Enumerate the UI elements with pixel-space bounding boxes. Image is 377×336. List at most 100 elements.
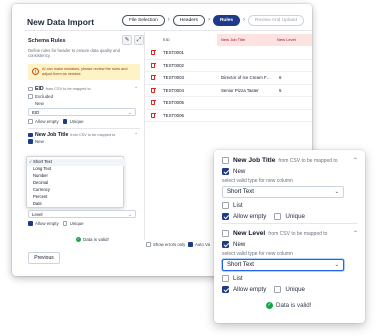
dropdown-option[interactable]: Percent [27,194,125,201]
unique-label: Unique [285,213,305,220]
allow-empty-label: Allow empty [233,286,267,293]
allow-empty-label: Allow empty [233,213,267,220]
new-label: New [35,139,44,144]
new-checkbox[interactable] [28,139,33,144]
level-type-select[interactable]: Level ⌄ [28,210,136,218]
dropdown-option[interactable]: Number [27,173,125,180]
allow-empty-checkbox[interactable] [222,286,229,293]
cell-eid: TEST0001 [163,50,184,55]
field-hint: from CSV to be mapped to [268,230,328,237]
previous-button[interactable]: Previous [28,252,60,264]
table-row: TEST0005 [145,97,312,110]
column-header-job-title[interactable]: New Job Title [217,34,273,46]
table-row: TEST0004 Senior Pizza Taster 5 [145,85,312,97]
valid-text: Data is valid! [276,302,312,309]
field-hint: from CSV to be mapped to [278,157,338,164]
show-errors-toggle[interactable]: Show errors only [146,242,185,247]
zoom-field-job-title: New Job Title from CSV to be mapped to ⌃… [222,157,358,223]
unique-checkbox[interactable] [274,286,282,293]
auto-validate-checkbox[interactable] [188,242,193,247]
show-errors-label: Show errors only [153,242,186,247]
table-row: TEST0006 [145,110,312,122]
check-icon: ✓ [29,160,33,164]
allow-empty-checkbox[interactable] [28,119,33,124]
expand-icon[interactable]: ⤢ [134,35,144,45]
trash-icon[interactable] [150,112,156,118]
cell-eid: TEST0006 [163,112,184,118]
chevron-up-icon[interactable]: ⌃ [134,132,138,138]
field-checkbox[interactable] [28,86,33,92]
chevron-down-icon: ⌄ [334,262,339,268]
table-row: TEST0002 [145,60,312,72]
chevron-up-icon[interactable]: ⌃ [353,157,358,164]
column-header-level[interactable]: New Level [273,34,312,46]
trash-icon[interactable] [150,62,156,68]
step-rules[interactable]: Rules [212,15,241,26]
ai-warning: ! AI can make mistakes, please review th… [28,64,140,80]
table-row: TEST0001 [145,47,312,60]
new-checkbox[interactable] [222,168,229,175]
type-dropdown-menu: ✓ Short Text Long Text Number Decimal Cur… [26,156,125,208]
chevron-up-icon[interactable]: ⌃ [134,86,138,92]
check-circle-icon: ✓ [76,237,81,242]
field-divider [222,223,358,224]
trash-icon[interactable] [150,75,156,80]
step-arrow-icon: › [167,17,170,23]
field-name: New Job Title [233,157,276,164]
select-hint: select valid type for new column [222,178,293,184]
cell-eid: TEST0005 [163,100,184,105]
check-circle-icon: ✓ [266,302,273,309]
allow-empty-checkbox[interactable] [28,221,33,226]
field-name: New Job Title [35,132,69,138]
eid-type-select[interactable]: EID ⌄ [28,108,136,116]
field-checkbox[interactable] [222,230,229,237]
info-icon: ! [32,68,39,75]
field-checkbox[interactable] [28,132,33,138]
unique-checkbox[interactable] [62,119,68,124]
allow-empty-checkbox[interactable] [222,213,229,220]
field-checkbox[interactable] [222,157,229,164]
column-header-eid[interactable]: EID [163,34,170,46]
dropdown-option[interactable]: Decimal [27,180,125,187]
dropdown-option[interactable]: Date [27,201,125,208]
excluded-label: Excluded [35,94,54,99]
unique-checkbox[interactable] [62,221,68,226]
show-errors-checkbox[interactable] [146,242,151,247]
list-checkbox[interactable] [222,275,229,282]
field-name: New Level [233,230,266,237]
excluded-checkbox[interactable] [28,94,33,99]
trash-icon[interactable] [150,87,156,93]
unique-label: Unique [69,119,84,124]
window-title: New Data Import [27,17,95,27]
new-checkbox[interactable] [222,241,229,248]
chevron-up-icon[interactable]: ⌃ [353,230,358,237]
valid-text: Data is valid! [83,237,109,242]
unique-checkbox[interactable] [274,213,282,220]
wand-icon[interactable]: ✎ [122,35,132,45]
schema-description: Define rules for header to ensure data q… [28,48,120,59]
chevron-down-icon: ⌄ [128,212,132,217]
select-value: EID [32,110,40,115]
cell-eid: TEST0002 [163,62,184,68]
field-hint: from CSV to be mapped to [70,133,116,137]
trash-icon[interactable] [150,100,156,105]
unique-label: Unique [285,286,305,293]
validation-status: ✓ Data is valid! [76,237,109,242]
trash-icon[interactable] [150,50,156,55]
step-file-selection[interactable]: File Selection [122,15,165,26]
validation-status: ✓ Data is valid! [266,302,311,309]
field-divider [28,128,140,129]
list-checkbox[interactable] [222,202,229,209]
new-label: New [233,241,246,248]
schema-rules-panel: Schema Rules ✎ ⤢ Define rules for header… [26,34,144,268]
step-headers[interactable]: Headers [172,15,205,26]
auto-validate-toggle[interactable]: Auto Va [188,242,210,247]
level-type-select[interactable]: Short Text ⌄ [222,259,344,271]
zoom-field-level: New Level from CSV to be mapped to ⌃ New… [222,230,358,296]
dropdown-option[interactable]: ✓ Short Text [27,159,125,166]
dropdown-option[interactable]: Currency [27,187,125,194]
dropdown-option[interactable]: Long Text [27,166,125,173]
job-title-type-select[interactable]: Short Text ⌄ [222,186,344,198]
warning-text: AI can make mistakes, please review the … [42,67,128,76]
new-label: New [233,168,246,175]
